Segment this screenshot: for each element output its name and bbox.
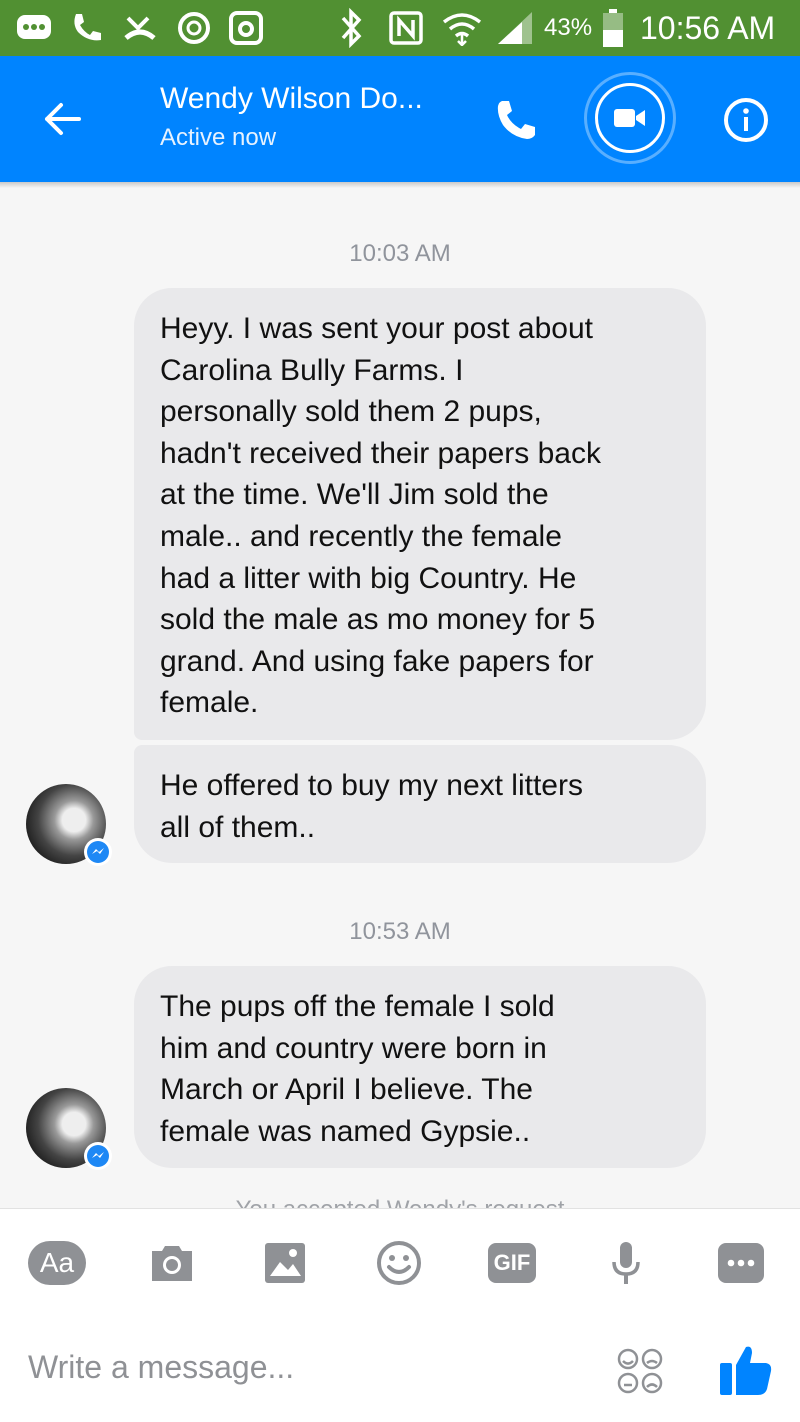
gallery-button[interactable]: [262, 1237, 308, 1289]
message-line: all of them..: [160, 810, 316, 844]
message-line: female was named Gypsie..: [160, 1114, 531, 1148]
message-bubble[interactable]: Heyy. I was sent your post about Carolin…: [134, 288, 706, 740]
message-line: male.. and recently the female: [160, 519, 562, 553]
image-icon: [265, 1243, 305, 1283]
messenger-badge: [84, 1142, 112, 1170]
back-button[interactable]: [36, 94, 86, 144]
messenger-bolt-icon: [92, 1152, 104, 1158]
signal-icon: [494, 6, 538, 50]
composer: Aa GIF Write a message...: [0, 1208, 800, 1422]
text-format-button[interactable]: Aa: [28, 1241, 86, 1285]
message-line: at the time. We'll Jim sold the: [160, 478, 549, 512]
timestamp: 10:03 AM: [349, 240, 451, 267]
contact-avatar[interactable]: [26, 1088, 112, 1170]
message-line: female.: [160, 686, 259, 720]
message-line: sold the male as mo money for 5: [160, 603, 596, 637]
contact-avatar[interactable]: [26, 784, 112, 866]
gif-button[interactable]: GIF: [488, 1243, 536, 1283]
video-call-button[interactable]: [584, 72, 676, 164]
battery-percent: 43%: [544, 14, 593, 41]
thumbs-up-icon: [720, 1346, 772, 1395]
header-shadow: [0, 182, 800, 188]
more-options-button[interactable]: [718, 1243, 764, 1283]
more-dots-icon: [727, 1259, 755, 1267]
nfc-icon: [386, 6, 426, 50]
video-camera-icon: [614, 109, 645, 127]
message-line: grand. And using fake papers for: [160, 644, 594, 678]
camera-icon: [152, 1246, 192, 1281]
like-button[interactable]: [718, 1341, 774, 1397]
voice-call-button[interactable]: [488, 92, 544, 148]
emoji-grid-icon: [617, 1348, 663, 1394]
phone-icon: [497, 101, 535, 139]
message-line: had a litter with big Country. He: [160, 561, 577, 595]
message-bubble[interactable]: He offered to buy my next litters all of…: [134, 745, 706, 863]
missed-call-icon: [120, 6, 160, 50]
back-arrow-icon: [45, 103, 81, 135]
message-line: him and country were born in: [160, 1031, 547, 1065]
info-button[interactable]: [720, 94, 772, 146]
messenger-bolt-icon: [92, 848, 104, 854]
message-line: hadn't received their papers back: [160, 436, 601, 470]
timestamp: 10:53 AM: [349, 918, 451, 945]
sticker-button[interactable]: [374, 1237, 424, 1289]
video-call-circle: [595, 83, 665, 153]
message-bubble[interactable]: The pups off the female I sold him and c…: [134, 966, 706, 1168]
smiley-icon: [377, 1241, 421, 1285]
message-input[interactable]: Write a message...: [28, 1349, 588, 1386]
message-line: Carolina Bully Farms. I: [160, 353, 464, 387]
message-line: The pups off the female I sold: [160, 990, 555, 1023]
request-accepted-notice: You accepted Wendy's request: [235, 1196, 565, 1210]
instagram-icon: [226, 6, 266, 50]
info-icon: [724, 98, 768, 142]
clock: 10:56 AM: [640, 10, 776, 46]
emoji-button[interactable]: [616, 1347, 664, 1395]
bluetooth-icon: [332, 6, 372, 50]
call-icon: [66, 6, 106, 50]
microphone-icon: [612, 1242, 640, 1284]
conversation-header: Wendy Wilson Do... Active now: [0, 56, 800, 182]
message-line: Heyy. I was sent your post about: [160, 312, 593, 345]
message-line: He offered to buy my next litters: [160, 769, 583, 802]
messenger-icon: [14, 6, 54, 50]
battery-icon: [600, 6, 626, 50]
status-bar: 43% 10:56 AM: [0, 0, 800, 56]
messenger-badge: [84, 838, 112, 866]
voice-message-button[interactable]: [606, 1237, 646, 1289]
message-line: personally sold them 2 pups,: [160, 395, 542, 429]
contact-name[interactable]: Wendy Wilson Do...: [160, 82, 423, 116]
active-status: Active now: [160, 124, 277, 151]
message-line: March or April I believe. The: [160, 1073, 533, 1107]
power-icon: [174, 6, 214, 50]
wifi-icon: [440, 6, 484, 50]
camera-button[interactable]: [146, 1237, 198, 1289]
